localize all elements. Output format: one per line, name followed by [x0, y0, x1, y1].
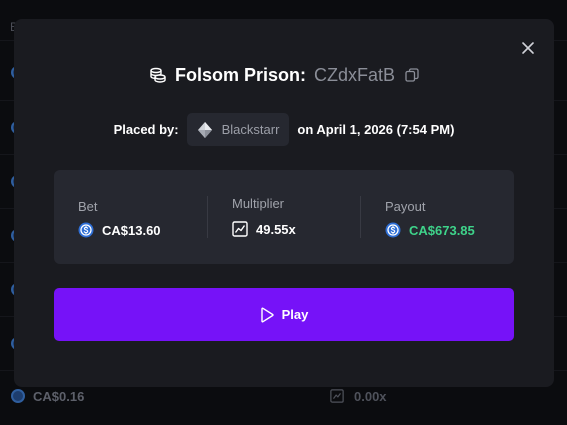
background-coin-icon [11, 389, 25, 403]
payout-value: CA$673.85 [409, 222, 475, 238]
placed-by-label: Placed by: [113, 122, 179, 137]
close-icon[interactable] [520, 40, 536, 56]
multiplier-value-row: 49.55x [232, 221, 296, 237]
multiplier-label: Multiplier [232, 196, 285, 211]
game-name[interactable]: Folsom Prison: [175, 65, 306, 86]
bet-value: CA$13.60 [102, 222, 161, 238]
modal-title: Folsom Prison: CZdxFatB [14, 63, 554, 87]
stat-divider [360, 196, 361, 238]
background-table-row: CA$0.16 0.00x [0, 385, 567, 409]
copy-icon[interactable] [405, 68, 419, 82]
multiplier-value: 49.55x [256, 221, 296, 237]
bet-id: CZdxFatB [313, 64, 396, 85]
play-button[interactable]: Play [54, 288, 514, 341]
placed-date: on April 1, 2026 (7:54 PM) [297, 122, 455, 137]
background-row-amount: CA$0.16 [33, 389, 85, 404]
bet-stats-card: Bet CA$13.60 Multiplier 49.55x Payout CA… [54, 170, 514, 264]
multiplier-chart-icon [232, 221, 248, 237]
payout-label: Payout [385, 199, 426, 214]
username: Blackstarr [221, 122, 280, 137]
play-icon [260, 306, 274, 323]
bet-label: Bet [78, 199, 98, 214]
play-label: Play [281, 307, 309, 322]
coins-icon [150, 67, 166, 83]
diamond-icon [197, 121, 212, 138]
payout-value-row: CA$673.85 [385, 222, 475, 238]
background-row-multiplier: 0.00x [354, 389, 387, 404]
user-badge[interactable]: Blackstarr [186, 113, 290, 146]
stat-divider [207, 196, 208, 238]
placed-by-row: Placed by: Blackstarr on April 1, 2026 (… [14, 113, 554, 146]
background-multiplier-icon [330, 389, 344, 403]
bet-value-row: CA$13.60 [78, 222, 161, 238]
coin-icon [385, 222, 401, 238]
bet-details-modal: Folsom Prison: CZdxFatB Placed by: Black… [14, 19, 554, 387]
coin-icon [78, 222, 94, 238]
